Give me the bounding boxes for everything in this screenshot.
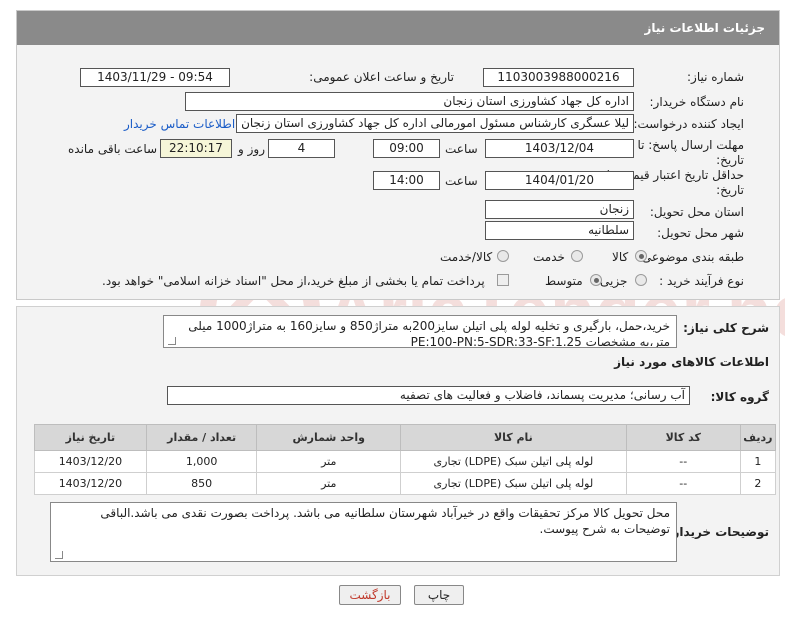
- deadline-label: مهلت ارسال پاسخ: تا: [637, 138, 744, 152]
- col-header-date: تاریخ نیاز: [34, 424, 147, 451]
- cell-code: --: [625, 472, 741, 495]
- table-row[interactable]: 1 -- لوله پلی اتیلن سبک (LDPE) تجاری متر…: [34, 450, 777, 473]
- validity-date-field[interactable]: 1404/01/20: [485, 171, 634, 190]
- category-option-both: کالا/خدمت: [440, 250, 493, 264]
- days-remaining-field[interactable]: 4: [268, 139, 335, 158]
- process-option-medium: متوسط: [545, 274, 583, 288]
- treasury-payment-checkbox[interactable]: [497, 274, 509, 286]
- category-label: طبقه بندی موضوعی:: [637, 250, 744, 264]
- category-radio-service[interactable]: [571, 250, 583, 262]
- buyer-org-label: نام دستگاه خریدار:: [649, 95, 745, 109]
- validity-time-field[interactable]: 14:00: [373, 171, 440, 190]
- announce-date-label: تاریخ و ساعت اعلان عمومی:: [309, 70, 454, 84]
- cell-code: --: [625, 450, 741, 473]
- deadline-time-label: ساعت: [445, 142, 478, 156]
- announce-date-field[interactable]: 1403/11/29 - 09:54: [80, 68, 230, 87]
- cell-row-number: 2: [739, 472, 777, 495]
- category-radio-goods[interactable]: [635, 250, 647, 262]
- city-field[interactable]: سلطانیه: [485, 221, 634, 240]
- cell-name: لوله پلی اتیلن سبک (LDPE) تجاری: [400, 450, 627, 473]
- cell-name: لوله پلی اتیلن سبک (LDPE) تجاری: [400, 472, 627, 495]
- process-option-minor: جزیی: [600, 274, 628, 288]
- requester-label: ایجاد کننده درخواست:: [633, 117, 744, 131]
- col-header-code: کد کالا: [625, 424, 741, 451]
- buyer-notes-textbox[interactable]: محل تحویل کالا مرکز تحقیقات واقع در خیرآ…: [50, 502, 677, 562]
- days-label: روز و: [238, 142, 265, 156]
- goods-info-title: اطلاعات کالاهای مورد نیاز: [614, 355, 769, 369]
- validity-label-date: تاریخ:: [716, 183, 744, 197]
- city-label: شهر محل تحویل:: [657, 226, 744, 240]
- description-text: خرید،حمل، بارگیری و تخلیه لوله پلی اتیلن…: [188, 319, 670, 348]
- resize-grip-icon[interactable]: [55, 551, 63, 559]
- requester-field[interactable]: لیلا عسگری کارشناس مسئول امورمالی اداره …: [236, 114, 634, 133]
- cell-date: 1403/12/20: [34, 450, 147, 473]
- category-option-goods: کالا: [612, 250, 629, 264]
- remaining-time-field: 22:10:17: [160, 139, 232, 158]
- province-label: استان محل تحویل:: [649, 205, 744, 219]
- cell-date: 1403/12/20: [34, 472, 147, 495]
- cell-unit: متر: [256, 472, 402, 495]
- cell-quantity: 850: [145, 472, 258, 495]
- goods-group-label: گروه کالا:: [710, 390, 769, 404]
- buyer-notes-text: محل تحویل کالا مرکز تحقیقات واقع در خیرآ…: [100, 506, 670, 536]
- table-header-row: ردیف کد کالا نام کالا واحد شمارش تعداد /…: [34, 424, 777, 451]
- col-header-quantity: تعداد / مقدار: [145, 424, 258, 451]
- panel-title: جزئیات اطلاعات نیاز: [17, 11, 779, 45]
- cell-unit: متر: [256, 450, 402, 473]
- buyer-org-field[interactable]: اداره کل جهاد کشاورزی استان زنجان: [185, 92, 634, 111]
- buyer-notes-label: توضیحات خریدار:: [667, 525, 769, 539]
- deadline-label-date: تاریخ:: [716, 153, 744, 167]
- deadline-time-field[interactable]: 09:00: [373, 139, 440, 158]
- process-radio-medium[interactable]: [590, 274, 602, 286]
- need-number-field[interactable]: 1103003988000216: [483, 68, 634, 87]
- description-textbox[interactable]: خرید،حمل، بارگیری و تخلیه لوله پلی اتیلن…: [163, 315, 677, 348]
- deadline-date-field[interactable]: 1403/12/04: [485, 139, 634, 158]
- print-button[interactable]: چاپ: [414, 585, 464, 605]
- payment-note: پرداخت تمام یا بخشی از مبلغ خرید،از محل …: [102, 274, 485, 288]
- back-button[interactable]: بازگشت: [339, 585, 401, 605]
- cell-quantity: 1,000: [145, 450, 258, 473]
- col-header-row: ردیف: [739, 424, 777, 451]
- col-header-name: نام کالا: [400, 424, 627, 451]
- process-radio-minor[interactable]: [635, 274, 647, 286]
- buyer-contact-link[interactable]: اطلاعات تماس خریدار: [124, 117, 235, 131]
- process-label: نوع فرآیند خرید :: [659, 274, 744, 288]
- description-label: شرح کلی نیاز:: [683, 321, 769, 335]
- col-header-unit: واحد شمارش: [256, 424, 402, 451]
- goods-group-field[interactable]: آب رسانی؛ مدیریت پسماند، فاضلاب و فعالیت…: [167, 386, 690, 405]
- province-field[interactable]: زنجان: [485, 200, 634, 219]
- cell-row-number: 1: [739, 450, 777, 473]
- category-radio-both[interactable]: [497, 250, 509, 262]
- validity-time-label: ساعت: [445, 174, 478, 188]
- remaining-time-label: ساعت باقی مانده: [68, 142, 158, 156]
- goods-table: ردیف کد کالا نام کالا واحد شمارش تعداد /…: [34, 424, 777, 495]
- table-row[interactable]: 2 -- لوله پلی اتیلن سبک (LDPE) تجاری متر…: [34, 472, 777, 495]
- category-option-service: خدمت: [533, 250, 565, 264]
- resize-grip-icon[interactable]: [168, 337, 176, 345]
- need-number-label: شماره نیاز:: [687, 70, 744, 84]
